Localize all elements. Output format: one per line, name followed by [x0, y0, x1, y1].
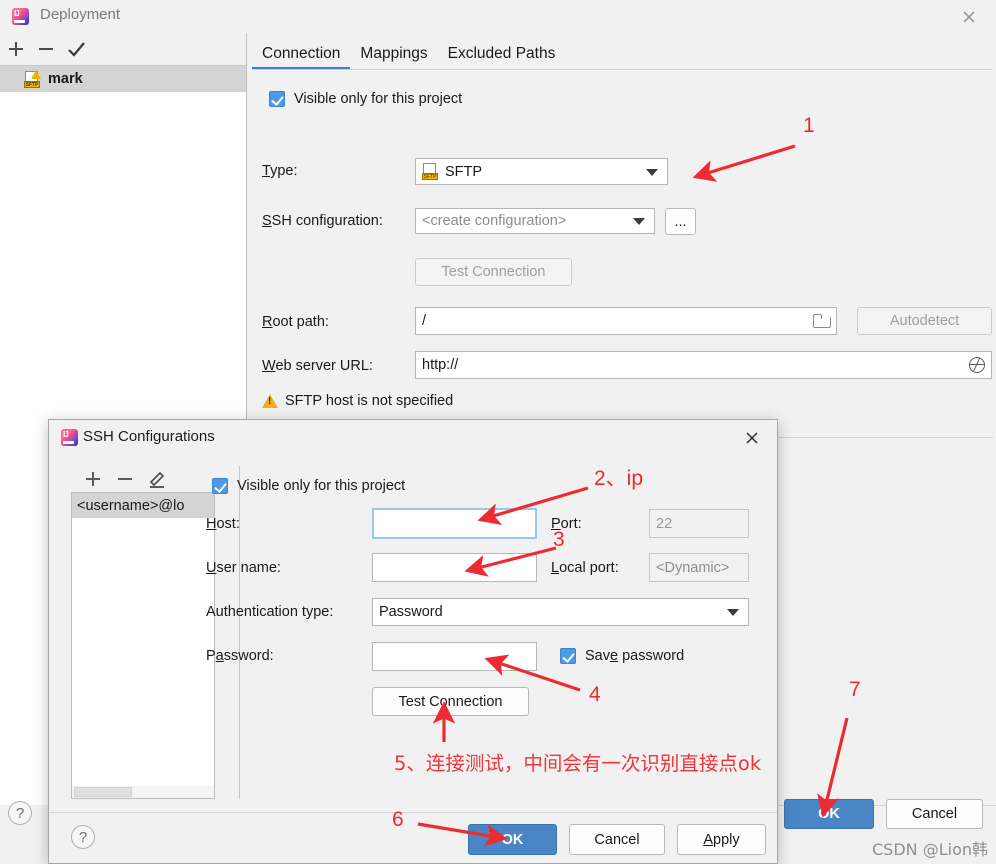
web-server-url-input[interactable]: http://: [415, 351, 992, 379]
annotation-2: 2、ip: [594, 462, 643, 492]
visible-only-label: Visible only for this project: [294, 91, 462, 107]
annotation-4: 4: [589, 683, 601, 707]
web-server-url-value: http://: [422, 357, 969, 373]
remove-server-button[interactable]: [34, 37, 58, 61]
username-label: User name:: [206, 560, 281, 576]
annotation-3: 3: [553, 528, 565, 552]
tab-connection[interactable]: Connection: [252, 45, 350, 70]
auth-type-combo[interactable]: Password: [372, 598, 749, 626]
deployment-ok-button[interactable]: OK: [784, 799, 874, 829]
ssh-configurations-dialog: SSH Configurations: [48, 419, 778, 864]
annotation-6: 6: [392, 808, 404, 832]
save-password-label: Save password: [585, 648, 684, 664]
deployment-help-button[interactable]: ?: [8, 801, 32, 825]
type-label: Type:: [262, 163, 297, 179]
host-label: Host:: [206, 516, 240, 532]
username-input[interactable]: [372, 553, 537, 582]
chevron-down-icon: [727, 609, 739, 616]
root-path-value: /: [422, 313, 813, 329]
ssh-help-button[interactable]: ?: [71, 825, 95, 849]
ssh-ok-button[interactable]: OK: [468, 824, 557, 855]
list-item-label: <username>@lo: [77, 498, 184, 514]
ssh-configuration-value: <create configuration>: [422, 213, 566, 229]
ssh-configuration-browse-button[interactable]: ...: [665, 208, 696, 235]
add-config-button[interactable]: [81, 467, 105, 491]
folder-icon[interactable]: [813, 314, 830, 328]
local-port-input[interactable]: <Dynamic>: [649, 553, 749, 582]
annotation-5: 5、连接测试，中间会有一次识别直接点ok: [394, 747, 761, 776]
deployment-server-toolbar: [0, 33, 246, 65]
type-label-rest: ype:: [270, 163, 297, 179]
chevron-down-icon: [646, 169, 658, 176]
deployment-tabs: Connection Mappings Excluded Paths: [252, 38, 565, 70]
root-path-label: Root path:: [262, 314, 329, 330]
host-input[interactable]: [372, 508, 537, 539]
annotation-1: 1: [803, 114, 815, 138]
ssh-test-connection-button[interactable]: Test Connection: [372, 687, 529, 716]
remove-config-button[interactable]: [113, 467, 137, 491]
ssh-visible-only-checkbox[interactable]: [212, 478, 228, 494]
deployment-titlebar: Deployment: [0, 0, 996, 33]
list-item[interactable]: <username>@lo: [72, 493, 214, 518]
edit-config-button[interactable]: [145, 467, 169, 491]
deployment-window-title: Deployment: [40, 6, 120, 23]
root-path-input[interactable]: /: [415, 307, 837, 335]
ssh-dialog-close-icon[interactable]: [739, 425, 765, 451]
local-port-label: Local port:: [551, 560, 619, 576]
auth-type-label: Authentication type:: [206, 604, 333, 620]
watermark: CSDN @Lion韩: [872, 836, 988, 860]
add-server-button[interactable]: [4, 37, 28, 61]
ssh-dialog-titlebar: SSH Configurations: [49, 420, 777, 456]
warning-triangle-icon: [262, 394, 278, 408]
type-combo[interactable]: SFTP SFTP: [415, 158, 668, 185]
list-item[interactable]: SFTP mark: [0, 66, 246, 92]
ssh-visible-only-row[interactable]: Visible only for this project: [212, 478, 405, 494]
ssh-configuration-label: SSH configuration:: [262, 213, 383, 229]
save-password-checkbox[interactable]: [560, 648, 576, 664]
save-password-row[interactable]: Save password: [560, 648, 684, 664]
intellij-logo-icon: [61, 429, 78, 446]
use-as-default-button[interactable]: [64, 37, 88, 61]
tab-excluded-paths[interactable]: Excluded Paths: [438, 45, 566, 70]
visible-only-checkbox[interactable]: [269, 91, 285, 107]
ssh-footer-separator: [49, 812, 777, 813]
chevron-down-icon: [633, 218, 645, 225]
deployment-close-icon[interactable]: [956, 4, 982, 30]
password-input[interactable]: [372, 642, 537, 671]
sftp-warning-row: SFTP host is not specified: [262, 393, 453, 409]
scrollbar-thumb[interactable]: [74, 787, 132, 797]
globe-icon[interactable]: [969, 357, 985, 373]
sftp-badge-label: SFTP: [422, 173, 438, 180]
visible-only-row[interactable]: Visible only for this project: [269, 91, 462, 107]
sftp-warning-icon: SFTP: [24, 71, 41, 88]
deployment-cancel-button[interactable]: Cancel: [886, 799, 983, 829]
web-server-url-label: Web server URL:: [262, 358, 373, 374]
ssh-config-list-toolbar: [71, 466, 215, 492]
type-combo-value: SFTP: [445, 164, 482, 180]
ssh-apply-button[interactable]: Apply: [677, 824, 766, 855]
ssh-dialog-title: SSH Configurations: [83, 428, 215, 445]
ssh-config-list-hscrollbar[interactable]: [72, 786, 214, 798]
ssh-cancel-button[interactable]: Cancel: [569, 824, 665, 855]
port-value: 22: [656, 516, 672, 532]
ssh-visible-only-label: Visible only for this project: [237, 478, 405, 494]
sftp-warning-text: SFTP host is not specified: [285, 393, 453, 409]
sftp-icon: SFTP: [422, 163, 439, 180]
password-label: Password:: [206, 648, 274, 664]
autodetect-button[interactable]: Autodetect: [857, 307, 992, 335]
tabs-underline: [252, 69, 992, 70]
intellij-logo-icon: [12, 8, 29, 25]
list-item-label: mark: [48, 71, 83, 87]
ssh-config-list[interactable]: <username>@lo: [71, 492, 215, 799]
auth-type-value: Password: [379, 604, 443, 620]
sftp-badge-label: SFTP: [24, 81, 40, 88]
port-input[interactable]: 22: [649, 509, 749, 538]
local-port-placeholder: <Dynamic>: [656, 560, 729, 576]
annotation-7: 7: [849, 678, 861, 702]
screenshot-root: Deployment SF: [0, 0, 996, 864]
ssh-configuration-combo[interactable]: <create configuration>: [415, 208, 655, 234]
tab-mappings[interactable]: Mappings: [350, 45, 437, 70]
test-connection-button[interactable]: Test Connection: [415, 258, 572, 286]
